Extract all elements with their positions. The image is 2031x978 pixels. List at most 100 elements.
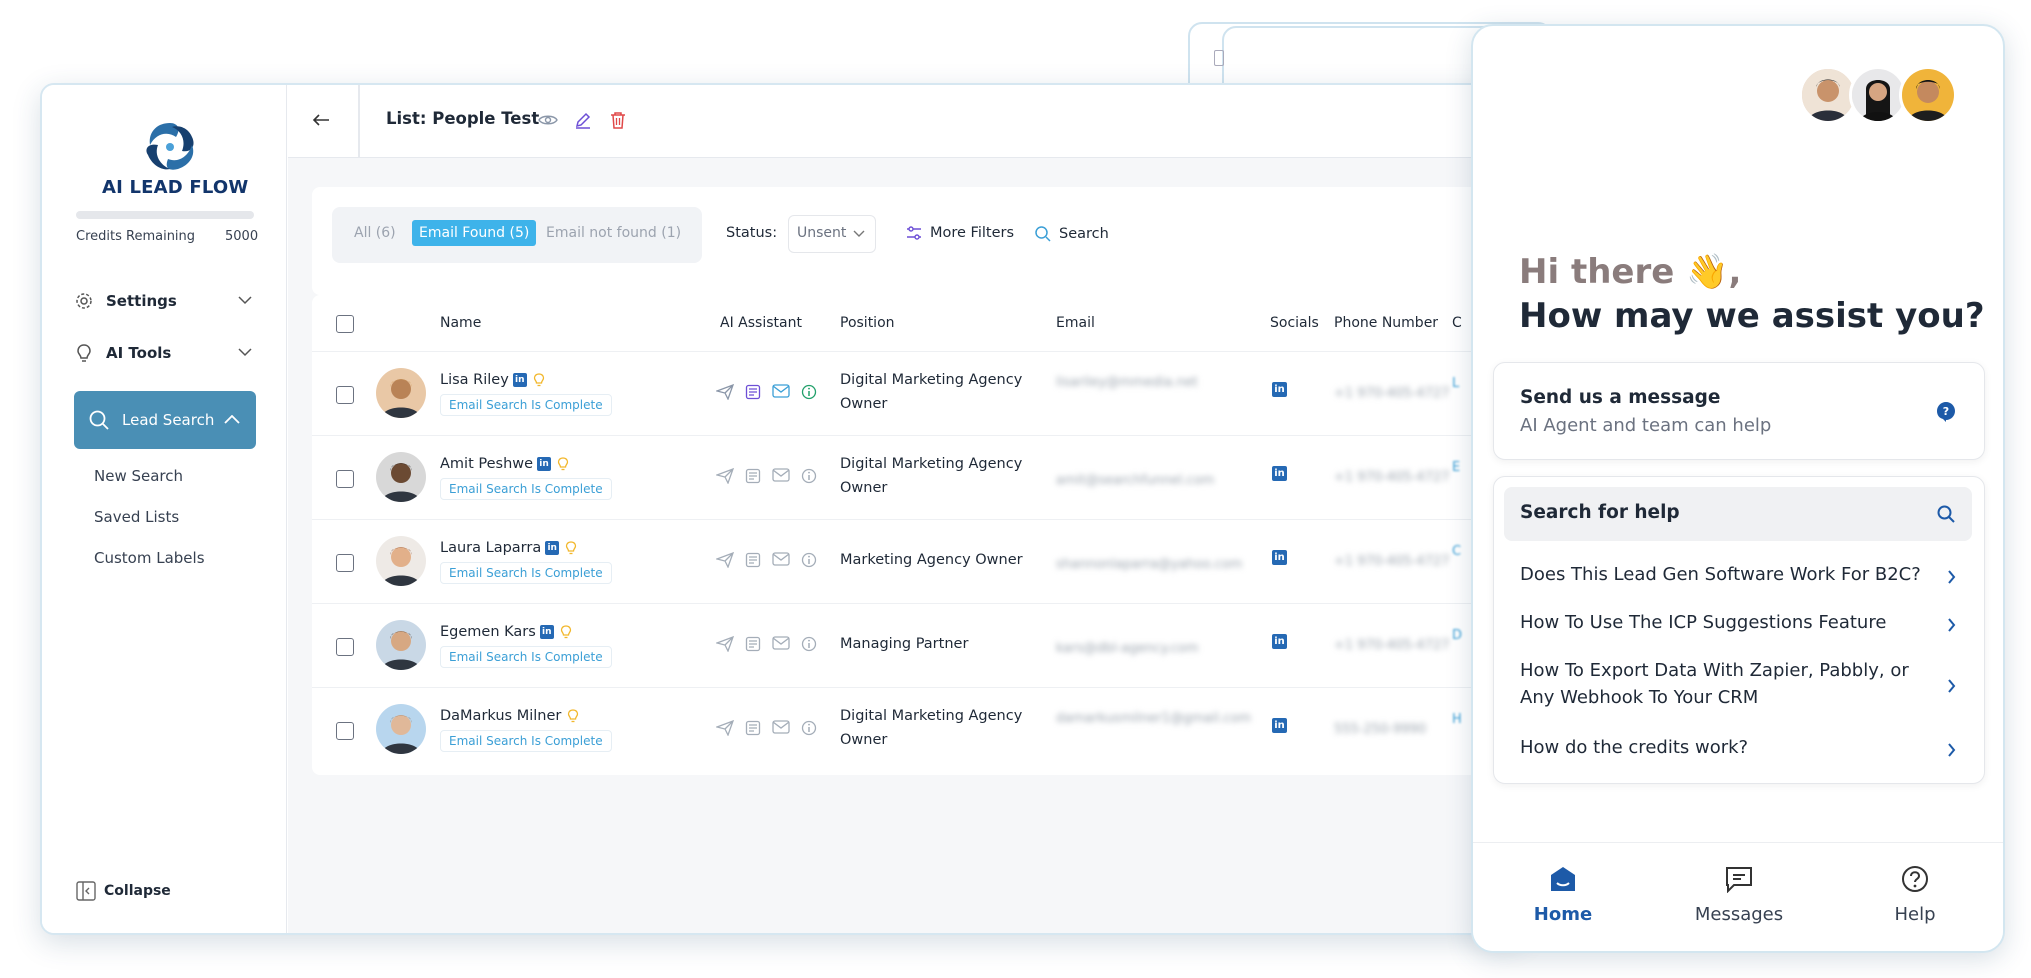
email-icon[interactable] bbox=[772, 384, 790, 400]
linkedin-icon[interactable]: in bbox=[1272, 634, 1287, 649]
eye-icon[interactable] bbox=[538, 113, 558, 127]
email-icon[interactable] bbox=[772, 552, 790, 568]
search-icon bbox=[88, 409, 110, 431]
person-name-cell[interactable]: Laura Laparra in bbox=[440, 540, 577, 556]
person-name-cell[interactable]: Amit Peshwe in bbox=[440, 456, 569, 472]
lightbulb-icon[interactable] bbox=[565, 541, 577, 555]
phone-cell[interactable]: +1 970-405-4727 bbox=[1334, 470, 1449, 485]
person-name-cell[interactable]: Lisa Riley in bbox=[440, 372, 545, 388]
linkedin-icon[interactable]: in bbox=[545, 541, 560, 555]
more-filters-label: More Filters bbox=[930, 225, 1015, 241]
email-cell[interactable]: lisariley@mmedia.net bbox=[1056, 372, 1256, 394]
email-cell[interactable]: kars@dbl-agency.com bbox=[1056, 638, 1256, 660]
sidebar-item-settings[interactable]: Settings bbox=[74, 281, 256, 321]
notes-icon[interactable] bbox=[745, 636, 761, 652]
send-message-title: Send us a message bbox=[1520, 387, 1721, 408]
linkedin-icon[interactable]: in bbox=[1272, 718, 1287, 733]
email-icon[interactable] bbox=[772, 636, 790, 652]
notes-icon[interactable] bbox=[745, 468, 761, 484]
status-select[interactable]: Unsent bbox=[788, 215, 876, 253]
row-checkbox[interactable] bbox=[336, 554, 354, 572]
notes-icon[interactable] bbox=[745, 552, 761, 568]
phone-cell[interactable]: +1 970-405-4727 bbox=[1334, 638, 1449, 653]
lightbulb-icon[interactable] bbox=[557, 457, 569, 471]
position-cell: Managing Partner bbox=[840, 636, 969, 652]
lightbulb-icon[interactable] bbox=[560, 625, 572, 639]
search-button[interactable]: Search bbox=[1034, 225, 1109, 242]
send-icon[interactable] bbox=[716, 468, 734, 484]
column-header-email: Email bbox=[1056, 315, 1095, 331]
info-icon[interactable] bbox=[801, 720, 817, 736]
sidebar-item-lead-search[interactable]: Lead Search bbox=[74, 391, 256, 449]
column-header-position: Position bbox=[840, 315, 895, 331]
help-article-link[interactable]: Does This Lead Gen Software Work For B2C… bbox=[1520, 561, 1940, 588]
row-checkbox[interactable] bbox=[336, 638, 354, 656]
send-icon[interactable] bbox=[716, 636, 734, 652]
tab-email-found[interactable]: Email Found (5) bbox=[412, 220, 537, 246]
tab-all[interactable]: All (6) bbox=[354, 225, 396, 241]
column-header-phone: Phone Number bbox=[1334, 315, 1439, 331]
column-header-ai-assistant: AI Assistant bbox=[720, 315, 802, 331]
trash-icon[interactable] bbox=[610, 111, 626, 129]
lightbulb-icon[interactable] bbox=[567, 709, 579, 723]
linkedin-icon[interactable]: in bbox=[1272, 382, 1287, 397]
send-icon[interactable] bbox=[716, 384, 734, 400]
row-checkbox[interactable] bbox=[336, 386, 354, 404]
status-badge: Email Search Is Complete bbox=[440, 730, 612, 752]
tab-email-not-found[interactable]: Email not found (1) bbox=[546, 225, 681, 241]
avatar bbox=[376, 368, 426, 418]
more-filters-button[interactable]: More Filters bbox=[906, 225, 1014, 241]
person-name-cell[interactable]: Egemen Kars in bbox=[440, 624, 572, 640]
back-arrow-icon[interactable] bbox=[312, 113, 330, 127]
tab-home[interactable]: Home bbox=[1493, 865, 1633, 925]
brand-name: AI LEAD FLOW bbox=[102, 177, 249, 198]
list-header: List: People Test bbox=[288, 85, 1522, 158]
help-article-link[interactable]: How To Export Data With Zapier, Pabbly, … bbox=[1520, 657, 1940, 711]
linkedin-icon[interactable]: in bbox=[1272, 466, 1287, 481]
email-cell[interactable]: shannonlaparra@yahoo.com bbox=[1056, 554, 1256, 576]
collapse-button[interactable]: Collapse bbox=[76, 881, 171, 901]
send-icon[interactable] bbox=[716, 720, 734, 736]
phone-cell[interactable]: 555-250-9990 bbox=[1334, 722, 1426, 737]
email-cell[interactable]: damarkusmilner1@gmail.com bbox=[1056, 708, 1256, 730]
info-icon[interactable] bbox=[801, 384, 817, 400]
help-articles-card: Search for help Does This Lead Gen Softw… bbox=[1493, 476, 1985, 784]
help-article-link[interactable]: How do the credits work? bbox=[1520, 734, 1940, 761]
tab-messages[interactable]: Messages bbox=[1669, 865, 1809, 925]
send-icon[interactable] bbox=[716, 552, 734, 568]
table-row: Amit Peshwe in Email Search Is Complete Dig… bbox=[312, 435, 1522, 520]
background-window-icon bbox=[1214, 50, 1224, 66]
status-badge: Email Search Is Complete bbox=[440, 478, 612, 500]
notes-icon[interactable] bbox=[745, 384, 761, 400]
svg-text:?: ? bbox=[1943, 405, 1949, 418]
help-article-link[interactable]: How To Use The ICP Suggestions Feature bbox=[1520, 609, 1940, 636]
linkedin-icon[interactable]: in bbox=[539, 625, 554, 639]
linkedin-icon[interactable]: in bbox=[512, 373, 527, 387]
person-name-cell[interactable]: DaMarkus Milner bbox=[440, 708, 579, 724]
sidebar-subitem-new-search[interactable]: New Search bbox=[94, 467, 183, 485]
email-icon[interactable] bbox=[772, 720, 790, 736]
linkedin-icon[interactable]: in bbox=[537, 457, 552, 471]
tab-help[interactable]: Help bbox=[1845, 865, 1985, 925]
email-icon[interactable] bbox=[772, 468, 790, 484]
chevron-right-icon bbox=[1947, 570, 1956, 584]
notes-icon[interactable] bbox=[745, 720, 761, 736]
sidebar-item-ai-tools[interactable]: AI Tools bbox=[74, 333, 256, 373]
sidebar-subitem-custom-labels[interactable]: Custom Labels bbox=[94, 549, 205, 567]
info-icon[interactable] bbox=[801, 636, 817, 652]
row-checkbox[interactable] bbox=[336, 470, 354, 488]
row-checkbox[interactable] bbox=[336, 722, 354, 740]
send-message-card[interactable]: Send us a message AI Agent and team can … bbox=[1493, 362, 1985, 460]
search-for-help-input[interactable]: Search for help bbox=[1504, 487, 1972, 541]
email-cell[interactable]: amit@searchfunnel.com bbox=[1056, 470, 1256, 492]
info-icon[interactable] bbox=[801, 468, 817, 484]
lightbulb-icon[interactable] bbox=[533, 373, 545, 387]
select-all-checkbox[interactable] bbox=[336, 315, 354, 333]
phone-cell[interactable]: +1 970-405-4727 bbox=[1334, 386, 1449, 401]
linkedin-icon[interactable]: in bbox=[1272, 550, 1287, 565]
edit-pencil-icon[interactable] bbox=[574, 111, 592, 129]
phone-cell[interactable]: +1 970-405-4727 bbox=[1334, 554, 1449, 569]
chevron-right-icon bbox=[1947, 743, 1956, 757]
sidebar-subitem-saved-lists[interactable]: Saved Lists bbox=[94, 508, 179, 526]
info-icon[interactable] bbox=[801, 552, 817, 568]
